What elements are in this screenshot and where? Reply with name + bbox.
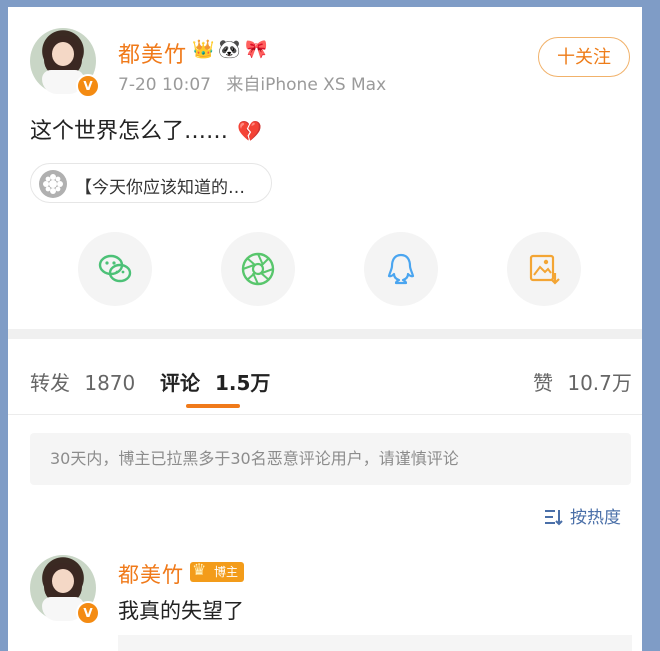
post-source: 来自iPhone XS Max xyxy=(226,75,387,95)
sort-by-heat-button[interactable]: 按热度 xyxy=(544,503,621,528)
link-card-label: 【今天你应该知道的… xyxy=(75,178,245,198)
sort-label: 按热度 xyxy=(570,508,621,528)
author-badge-label: 博主 xyxy=(214,565,239,579)
share-save-image-button[interactable] xyxy=(507,232,581,306)
topic-link-card[interactable]: 【今天你应该知道的… xyxy=(30,163,272,203)
comment-author-name[interactable]: 都美竹 xyxy=(118,559,184,589)
broken-heart-icon: 💔 xyxy=(237,119,262,143)
tab-repost-label: 转发 xyxy=(30,371,70,395)
reply-preview-box[interactable] xyxy=(118,635,632,651)
qq-icon xyxy=(387,253,415,285)
verified-icon: V xyxy=(76,74,100,98)
tabs-divider xyxy=(8,414,642,415)
weibo-post-page: V 都美竹 👑 🐼 🎀 7-20 10:07 来自iPhone XS Max 十… xyxy=(8,7,642,651)
sort-icon xyxy=(545,510,563,526)
post-text-content: 这个世界怎么了…… xyxy=(30,119,229,144)
share-qq-button[interactable] xyxy=(364,232,438,306)
tab-comment-count: 1.5万 xyxy=(214,371,271,395)
link-card-icon xyxy=(39,170,67,198)
panda-icon: 🐼 xyxy=(218,39,241,60)
save-image-icon xyxy=(529,254,560,285)
moments-icon xyxy=(241,252,275,286)
gift-icon: 🎀 xyxy=(245,39,268,60)
tab-like-label: 赞 xyxy=(533,371,553,395)
tab-repost-count: 1870 xyxy=(84,371,136,395)
author-avatar[interactable]: V xyxy=(30,28,100,98)
crown-icon: 👑 xyxy=(192,39,215,60)
post-text: 这个世界怎么了…… 💔 xyxy=(30,113,262,145)
share-moments-button[interactable] xyxy=(221,232,295,306)
section-separator xyxy=(8,329,642,339)
crown-icon: ♛ xyxy=(192,560,207,579)
post-timestamp: 7-20 10:07 xyxy=(118,75,211,95)
verified-icon: V xyxy=(76,601,100,625)
tab-like[interactable]: 赞 10.7万 xyxy=(533,367,632,396)
follow-button[interactable]: 十关注 xyxy=(538,37,630,77)
tab-comment[interactable]: 评论 1.5万 xyxy=(160,367,270,396)
avatar-face xyxy=(52,42,74,66)
author-badge: ♛ 博主 xyxy=(190,560,245,582)
tab-repost[interactable]: 转发 1870 xyxy=(30,367,135,396)
comment-text: 我真的失望了 xyxy=(118,599,244,623)
active-tab-indicator xyxy=(186,404,240,408)
tab-comment-label: 评论 xyxy=(160,371,200,395)
avatar-face xyxy=(52,569,74,593)
wechat-icon xyxy=(98,254,132,283)
post-author-name[interactable]: 都美竹 xyxy=(118,37,187,69)
post-meta: 7-20 10:07 来自iPhone XS Max xyxy=(118,70,386,95)
comment-notice: 30天内，博主已拉黑多于30名恶意评论用户，请谨慎评论 xyxy=(30,433,631,485)
share-wechat-button[interactable] xyxy=(78,232,152,306)
commenter-avatar[interactable]: V xyxy=(30,555,100,625)
tab-like-count: 10.7万 xyxy=(567,371,632,395)
